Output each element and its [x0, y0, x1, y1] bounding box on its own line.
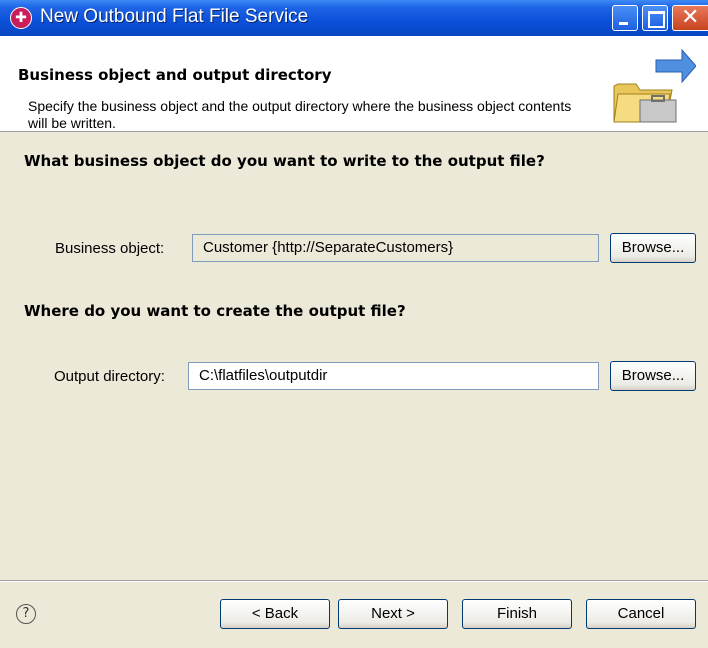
footer-separator — [0, 580, 708, 582]
business-object-browse-button[interactable]: Browse... — [610, 233, 696, 263]
cancel-button[interactable]: Cancel — [586, 599, 696, 629]
maximize-icon — [648, 11, 665, 28]
wizard-window: ✚ New Outbound Flat File Service ✕ Busin… — [0, 0, 708, 648]
minimize-icon — [619, 22, 628, 25]
output-directory-browse-button[interactable]: Browse... — [610, 361, 696, 391]
maximize-button[interactable] — [642, 5, 668, 31]
output-directory-input[interactable]: C:\flatfiles\outputdir — [188, 362, 599, 390]
output-directory-heading: Where do you want to create the output f… — [24, 302, 406, 320]
question-circle-icon[interactable]: ? — [16, 604, 36, 624]
window-title: New Outbound Flat File Service — [40, 6, 309, 27]
output-directory-label: Output directory: — [54, 368, 165, 385]
back-button[interactable]: < Back — [220, 599, 330, 629]
page-title: Business object and output directory — [18, 66, 332, 84]
title-bar[interactable]: ✚ New Outbound Flat File Service ✕ — [0, 0, 708, 36]
page-description: Specify the business object and the outp… — [28, 98, 572, 131]
business-object-label: Business object: — [55, 240, 165, 257]
business-object-heading: What business object do you want to writ… — [24, 152, 545, 170]
folder-arrow-icon — [613, 48, 696, 123]
finish-button[interactable]: Finish — [462, 599, 572, 629]
minimize-button[interactable] — [612, 5, 638, 31]
app-icon: ✚ — [10, 7, 32, 29]
close-icon: ✕ — [681, 5, 700, 30]
business-object-field: Customer {http://SeparateCustomers} — [192, 234, 599, 262]
next-button[interactable]: Next > — [338, 599, 448, 629]
close-button[interactable]: ✕ — [672, 5, 708, 31]
